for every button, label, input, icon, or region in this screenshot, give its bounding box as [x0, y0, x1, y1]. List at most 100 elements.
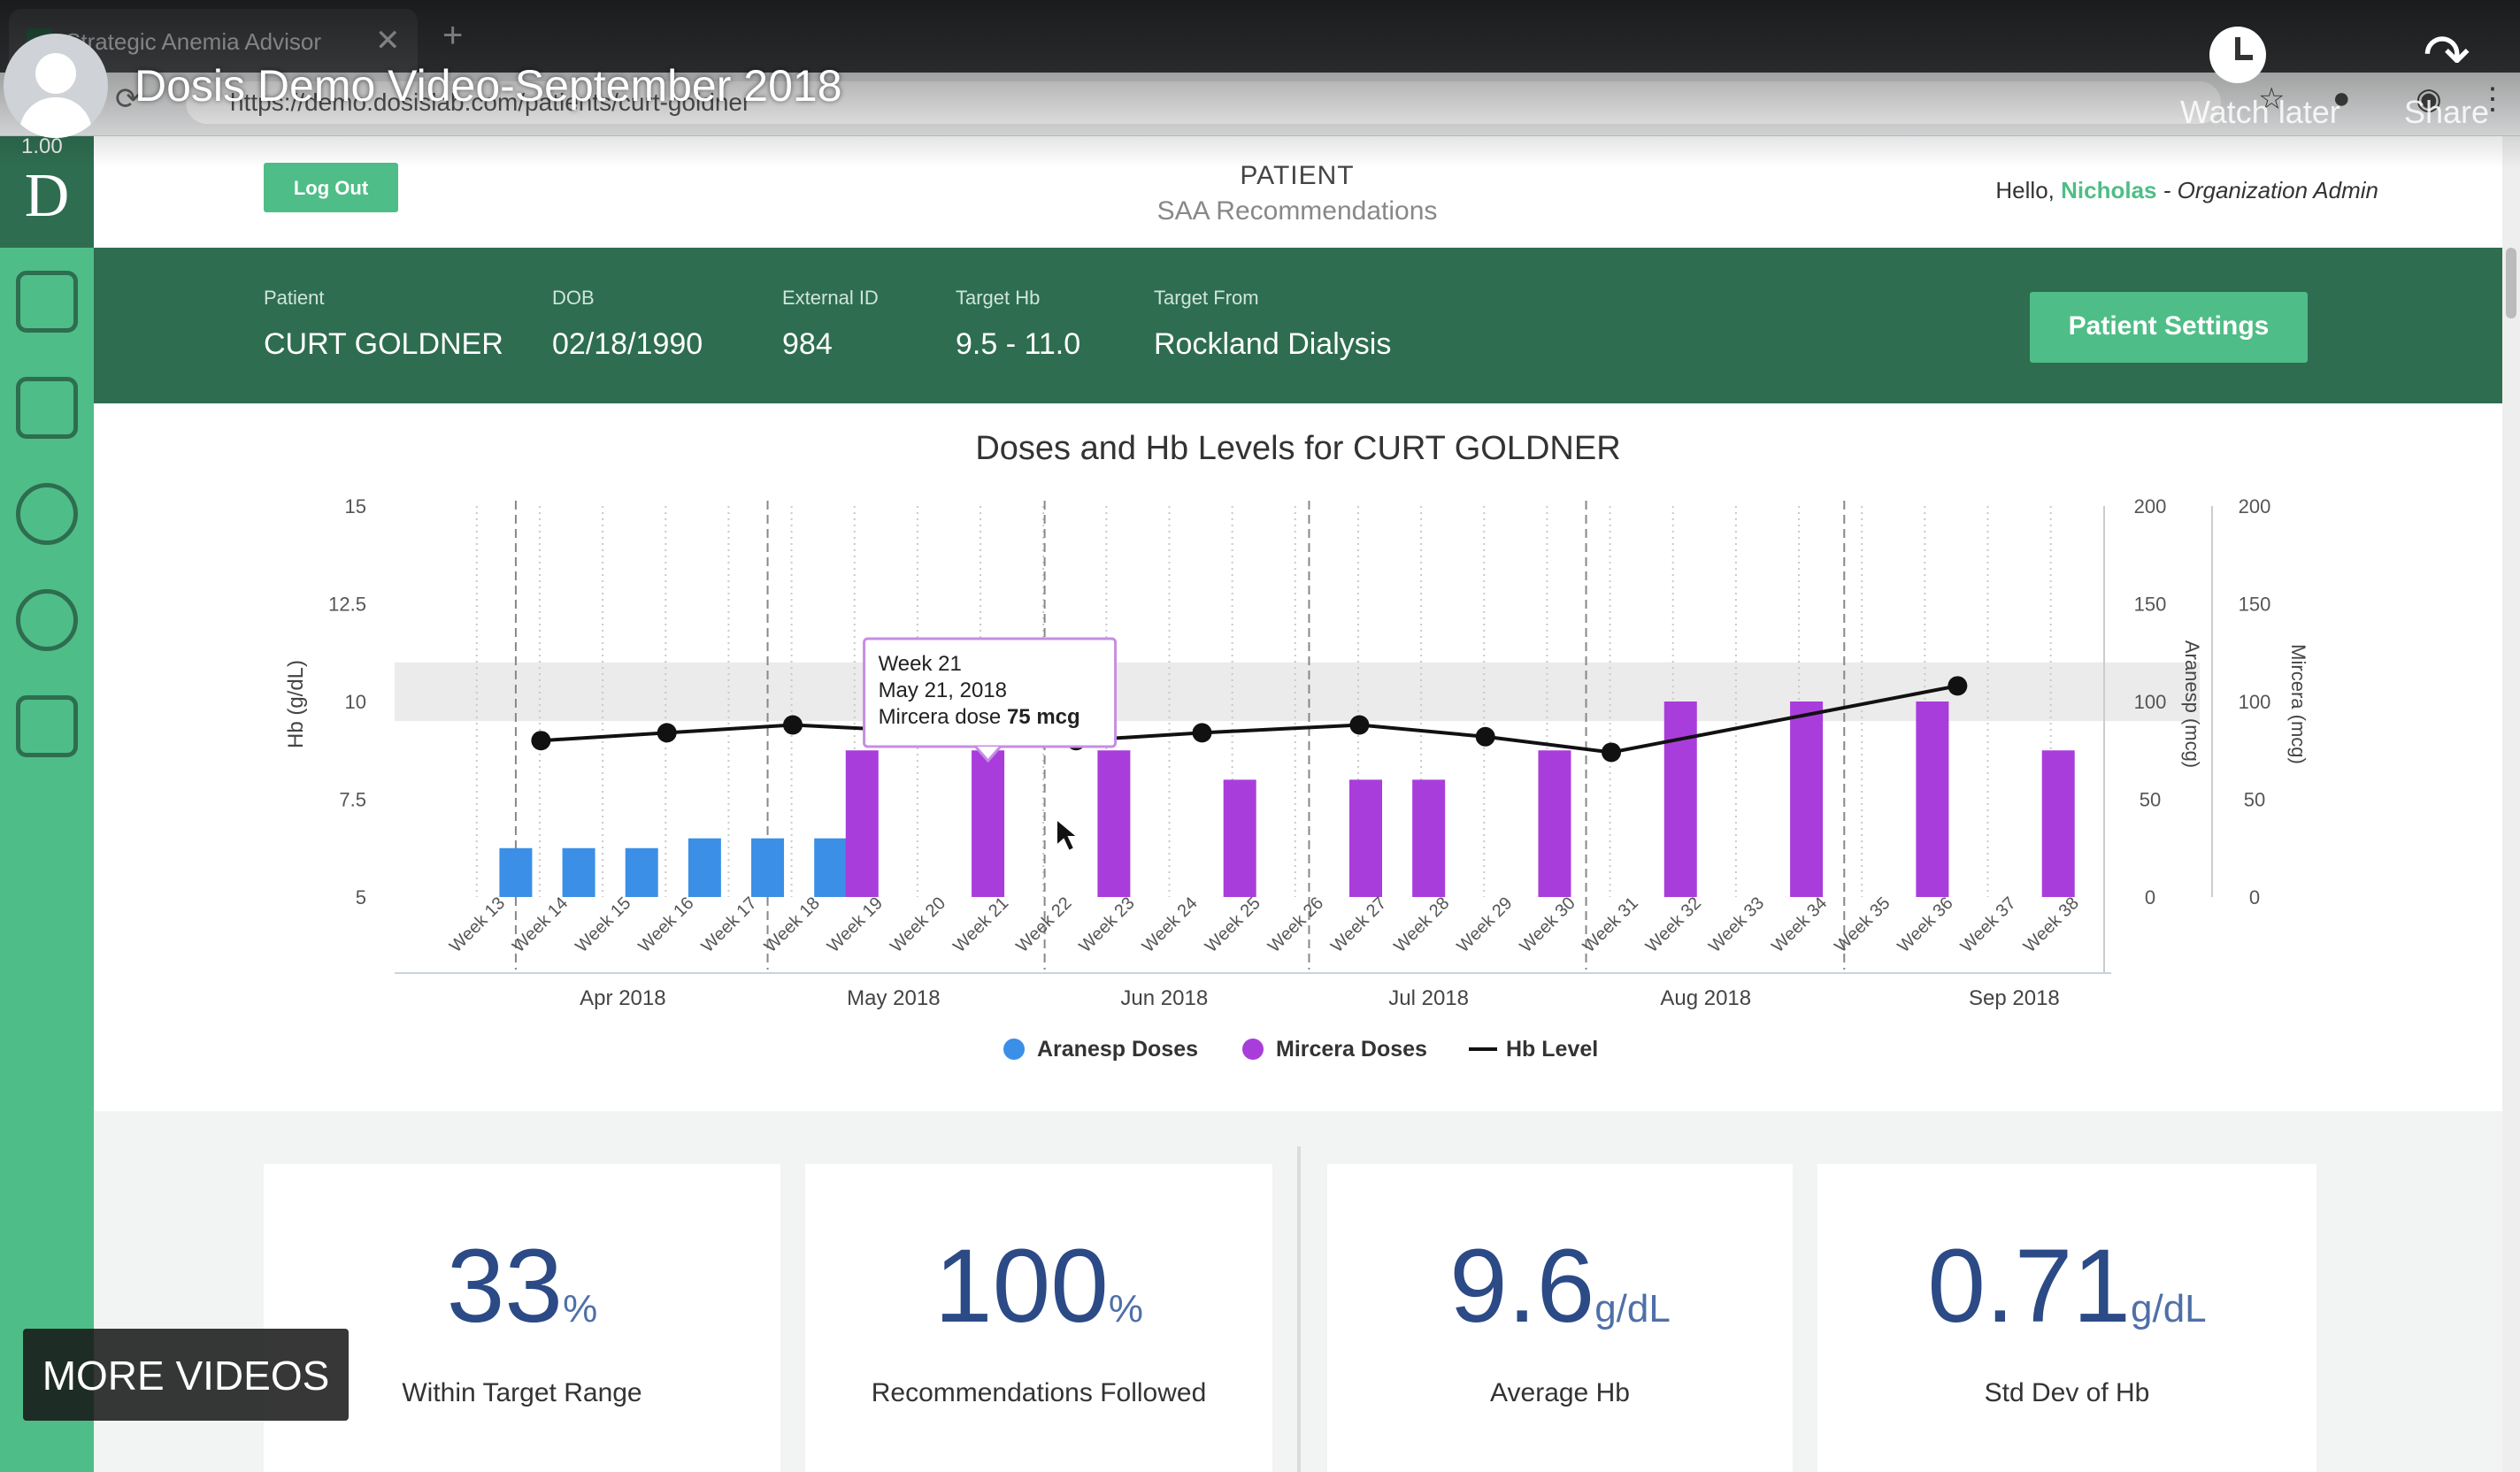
stat-number: 0.71: [1927, 1228, 2132, 1345]
week-tick-label: Week 15: [572, 893, 634, 956]
aranesp-bar: [562, 847, 595, 897]
week-tick-label: Week 33: [1705, 893, 1768, 956]
legend-hb-label: Hb Level: [1506, 1037, 1598, 1062]
hb-level-point: [1948, 676, 1968, 696]
user-circle-icon[interactable]: [16, 483, 78, 545]
stat-number: 9.6: [1449, 1228, 1595, 1345]
avatar-head: [35, 53, 76, 94]
y-tick-label-left: 12.5: [328, 594, 366, 616]
target-from-field: Target From Rockland Dialysis: [1154, 287, 1391, 362]
close-tab-icon[interactable]: ✕: [375, 23, 401, 58]
stat-label: Std Dev of Hb: [1984, 1378, 2150, 1407]
avatar-body: [19, 97, 92, 138]
stat-unit: g/dL: [1594, 1287, 1671, 1330]
y-tick-label-left: 10: [345, 691, 366, 713]
week-tick-label: Week 14: [509, 893, 572, 956]
legend-mircera-label: Mircera Doses: [1276, 1037, 1427, 1062]
saa-cycle-icon[interactable]: [16, 589, 78, 651]
week-tick-label: Week 23: [1076, 893, 1139, 956]
patient-banner: Patient CURT GOLDNER DOB 02/18/1990 Exte…: [94, 248, 2502, 403]
page-subtitle: SAA Recommendations: [1156, 196, 1438, 226]
y-tick-label-aranesp: 50: [2140, 789, 2161, 811]
dob-field: DOB 02/18/1990: [552, 287, 703, 362]
mouse-cursor-icon: [1056, 816, 1080, 853]
month-tick-label: May 2018: [847, 986, 940, 1010]
week-tick-label: Week 19: [824, 893, 887, 956]
hb-level-point: [1349, 715, 1370, 735]
week-tick-label: Week 28: [1390, 893, 1453, 956]
stats-divider: [1297, 1146, 1301, 1472]
hb-level-point: [657, 723, 677, 743]
week-tick-label: Week 20: [887, 893, 949, 956]
stat-label: Average Hb: [1490, 1378, 1630, 1407]
video-title[interactable]: Dosis Demo Video-September 2018: [134, 60, 842, 111]
mircera-bar: [1790, 702, 1824, 897]
week-tick-label: Week 35: [1831, 893, 1894, 956]
legend-aranesp-label: Aranesp Doses: [1037, 1037, 1198, 1062]
mircera-bar: [1097, 750, 1131, 897]
week-tick-label: Week 21: [949, 893, 1012, 956]
aranesp-bar: [499, 847, 533, 897]
hb-level-point: [1475, 726, 1495, 747]
field-value: 02/18/1990: [552, 327, 703, 361]
y-tick-label-left: 15: [345, 495, 366, 518]
watch-later-label: Watch later: [2180, 94, 2340, 130]
patient-settings-button[interactable]: Patient Settings: [2030, 292, 2308, 363]
aranesp-bar: [751, 838, 785, 897]
week-tick-label: Week 37: [1957, 893, 2020, 956]
target-hb-field: Target Hb 9.5 - 11.0: [956, 287, 1080, 362]
field-value: Rockland Dialysis: [1154, 327, 1392, 361]
tooltip-week: Week 21: [879, 652, 962, 676]
scrollbar-thumb[interactable]: [2506, 248, 2516, 318]
stat-unit: %: [1108, 1287, 1143, 1330]
y-tick-label-aranesp: 200: [2134, 495, 2167, 518]
new-tab-icon[interactable]: +: [442, 16, 463, 56]
share-label: Share: [2403, 94, 2490, 130]
list-back-icon[interactable]: [16, 695, 78, 757]
y-axis-label-mircera: Mircera (mcg): [2287, 644, 2309, 764]
y-axis-label-left: Hb (g/dL): [284, 660, 308, 748]
app-sidebar: D: [0, 136, 94, 1472]
mircera-bar: [845, 750, 879, 897]
chart-tooltip: Week 21May 21, 2018 Mircera dose 75 mcg: [863, 637, 1118, 763]
hb-level-point: [1602, 742, 1621, 763]
log-out-button[interactable]: Log Out: [264, 163, 398, 212]
field-value: 9.5 - 11.0: [956, 327, 1081, 361]
field-value: 984: [782, 327, 833, 361]
week-tick-label: Week 32: [1642, 893, 1705, 956]
stat-unit: g/dL: [2131, 1287, 2207, 1330]
channel-avatar[interactable]: [4, 34, 108, 138]
field-label: External ID: [782, 287, 879, 309]
page-title: PATIENT: [1240, 161, 1355, 190]
hello-text: Hello,: [1995, 177, 2055, 203]
user-greeting: Hello, Nicholas - Organization Admin: [1995, 177, 2378, 204]
y-tick-label-aranesp: 0: [2145, 886, 2155, 908]
stat-number: 100: [933, 1228, 1109, 1345]
watch-later-button[interactable]: Watch later: [2180, 27, 2340, 131]
week-tick-label: Week 26: [1264, 893, 1327, 956]
user-name-link[interactable]: Nicholas: [2061, 177, 2156, 203]
stat-card-average-hb: 9.6g/dL Average Hb: [1327, 1164, 1793, 1472]
week-tick-label: Week 24: [1139, 893, 1202, 956]
stat-label: Recommendations Followed: [871, 1378, 1207, 1407]
field-label: Target From: [1154, 287, 1259, 309]
y-tick-label-left: 5: [356, 886, 366, 908]
share-icon: ↷: [2423, 23, 2470, 87]
clipboard-icon[interactable]: [16, 377, 78, 439]
hospital-icon[interactable]: [16, 271, 78, 333]
week-tick-label: Week 27: [1327, 893, 1390, 956]
mircera-bar: [1538, 750, 1571, 897]
share-button[interactable]: ↷ Share: [2389, 27, 2504, 131]
more-videos-button[interactable]: MORE VIDEOS: [23, 1329, 349, 1421]
week-tick-label: Week 30: [1517, 893, 1579, 956]
aranesp-bar: [625, 847, 658, 897]
tooltip-dose-value: 75 mcg: [1007, 705, 1080, 729]
y-tick-label-left: 7.5: [339, 789, 366, 811]
page-scrollbar[interactable]: [2502, 136, 2520, 1472]
y-tick-label-aranesp: 150: [2134, 594, 2167, 616]
doses-hb-chart[interactable]: 57.51012.5150 050 50100 100150 150200 200Hb (…: [94, 403, 2502, 1111]
stat-value: 0.71g/dL: [1817, 1226, 2316, 1346]
stat-value: 9.6g/dL: [1327, 1226, 1793, 1346]
stat-number: 33: [446, 1228, 564, 1345]
hb-level-point: [783, 715, 803, 735]
